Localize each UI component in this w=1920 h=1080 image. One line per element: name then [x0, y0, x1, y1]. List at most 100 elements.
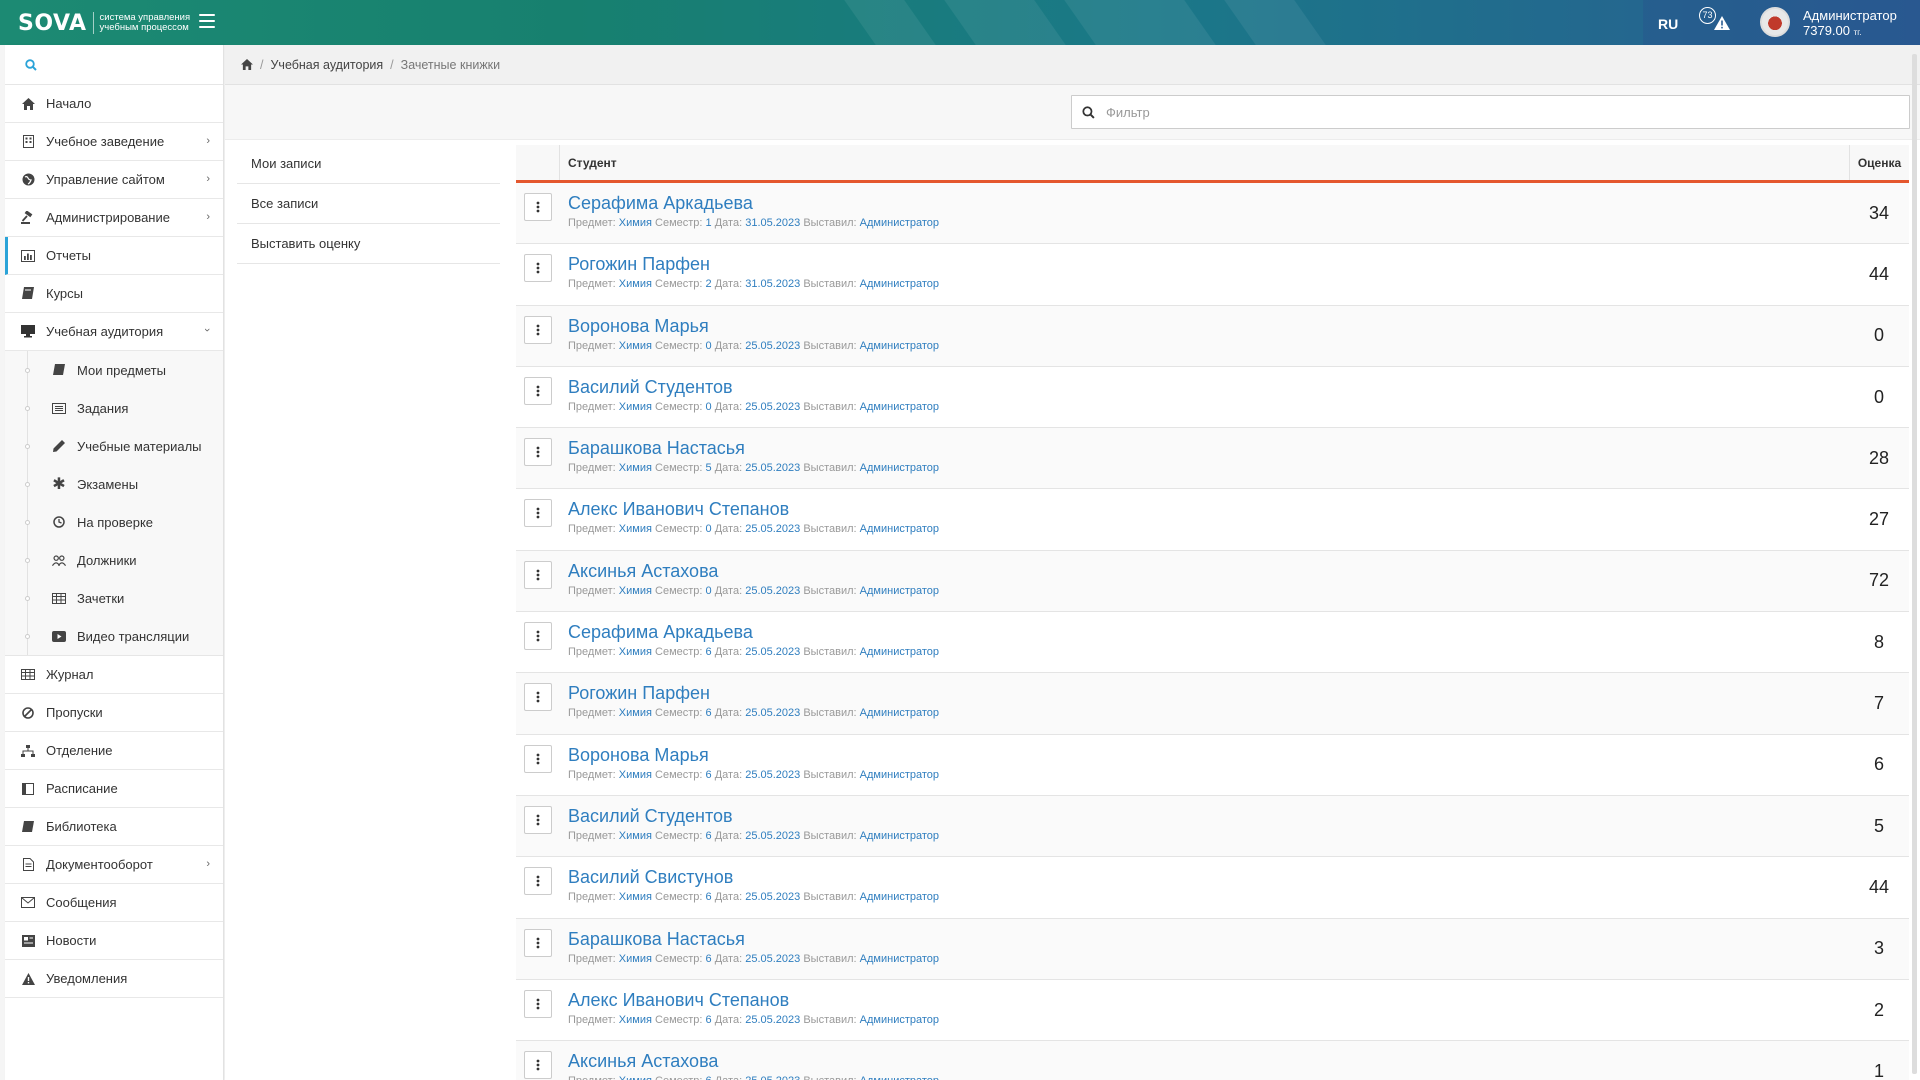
row-menu-button[interactable] [524, 989, 552, 1018]
student-name-link[interactable]: Рогожин Парфен [568, 253, 1849, 275]
column-student[interactable]: Студент [560, 156, 1849, 170]
row-menu-button[interactable] [524, 683, 552, 712]
row-menu-button[interactable] [524, 560, 552, 589]
student-name-link[interactable]: Барашкова Настасья [568, 437, 1849, 459]
subject-link[interactable]: Химия [619, 1075, 652, 1080]
subject-link[interactable]: Химия [619, 217, 652, 229]
nav-all-records[interactable]: Все записи [237, 184, 500, 224]
row-menu-button[interactable] [524, 438, 552, 467]
submenu-item-debtors[interactable]: Должники [5, 541, 223, 579]
grader-link[interactable]: Администратор [860, 1075, 939, 1080]
nav-my-records[interactable]: Мои записи [237, 144, 500, 184]
user-name[interactable]: Администратор [1803, 9, 1897, 23]
student-name-link[interactable]: Серафима Аркадьева [568, 621, 1849, 643]
sidebar-item-home[interactable]: Начало [5, 85, 223, 123]
grader-link[interactable]: Администратор [860, 891, 939, 903]
subject-link[interactable]: Химия [619, 401, 652, 413]
grader-link[interactable]: Администратор [860, 278, 939, 290]
filter-input[interactable] [1106, 102, 1896, 122]
student-name-link[interactable]: Алекс Иванович Степанов [568, 989, 1849, 1011]
row-menu-button[interactable] [524, 499, 552, 528]
row-menu-button[interactable] [524, 867, 552, 896]
sidebar-item-courses[interactable]: Курсы [5, 275, 223, 313]
submenu-item-video[interactable]: Видео трансляции [5, 617, 223, 655]
grader-link[interactable]: Администратор [860, 1014, 939, 1026]
sidebar-search[interactable] [5, 45, 223, 85]
grader-link[interactable]: Администратор [860, 340, 939, 352]
language-switch[interactable]: RU [1658, 16, 1678, 32]
subject-link[interactable]: Химия [619, 769, 652, 781]
sidebar-item-admin[interactable]: Администрирование › [5, 199, 223, 237]
submenu-item-exams[interactable]: ✱ Экзамены [5, 465, 223, 503]
sidebar-item-site[interactable]: Управление сайтом › [5, 161, 223, 199]
row-menu-button[interactable] [524, 376, 552, 405]
sidebar-item-schedule[interactable]: Расписание [5, 770, 223, 808]
nav-set-grade[interactable]: Выставить оценку [237, 224, 500, 264]
subject-link[interactable]: Химия [619, 891, 652, 903]
sidebar-item-classroom[interactable]: Учебная аудитория › [5, 313, 223, 351]
row-menu-button[interactable] [524, 315, 552, 344]
hamburger-menu-icon[interactable] [199, 14, 215, 30]
student-name-link[interactable]: Василий Студентов [568, 376, 1849, 398]
avatar[interactable] [1760, 7, 1790, 37]
subject-link[interactable]: Химия [619, 278, 652, 290]
sidebar-item-messages[interactable]: Сообщения [5, 884, 223, 922]
subject-link[interactable]: Химия [619, 830, 652, 842]
subject-link[interactable]: Химия [619, 585, 652, 597]
row-menu-button[interactable] [524, 1051, 552, 1080]
page-scrollbar[interactable] [1912, 54, 1917, 1074]
sidebar-item-institution[interactable]: Учебное заведение › [5, 123, 223, 161]
sidebar-item-library[interactable]: Библиотека [5, 808, 223, 846]
grader-link[interactable]: Администратор [860, 769, 939, 781]
grader-link[interactable]: Администратор [860, 953, 939, 965]
row-menu-button[interactable] [524, 928, 552, 957]
grader-link[interactable]: Администратор [860, 585, 939, 597]
breadcrumb-classroom[interactable]: Учебная аудитория [270, 58, 383, 72]
filter-box[interactable] [1071, 95, 1910, 129]
grader-link[interactable]: Администратор [860, 646, 939, 658]
sidebar-item-documents[interactable]: Документооборот › [5, 846, 223, 884]
logo[interactable]: SOVA система управления учебным процессо… [18, 8, 210, 38]
subject-link[interactable]: Химия [619, 462, 652, 474]
student-name-link[interactable]: Василий Свистунов [568, 866, 1849, 888]
student-name-link[interactable]: Алекс Иванович Степанов [568, 498, 1849, 520]
submenu-item-gradebooks[interactable]: Зачетки [5, 579, 223, 617]
student-name-link[interactable]: Воронова Марья [568, 744, 1849, 766]
row-menu-button[interactable] [524, 193, 552, 221]
sidebar-item-notifications[interactable]: Уведомления [5, 960, 223, 998]
sidebar-item-absences[interactable]: Пропуски [5, 694, 223, 732]
grader-link[interactable]: Администратор [860, 830, 939, 842]
subject-link[interactable]: Химия [619, 707, 652, 719]
row-menu-button[interactable] [524, 622, 552, 651]
student-name-link[interactable]: Серафима Аркадьева [568, 192, 1849, 214]
subject-link[interactable]: Химия [619, 523, 652, 535]
student-name-link[interactable]: Барашкова Настасья [568, 928, 1849, 950]
sidebar-item-journal[interactable]: Журнал [5, 656, 223, 694]
grader-link[interactable]: Администратор [860, 523, 939, 535]
alerts-button[interactable]: 73 [1699, 7, 1735, 37]
submenu-item-materials[interactable]: Учебные материалы [5, 427, 223, 465]
submenu-item-my-subjects[interactable]: Мои предметы [5, 351, 223, 389]
grader-link[interactable]: Администратор [860, 462, 939, 474]
row-menu-button[interactable] [524, 805, 552, 834]
student-name-link[interactable]: Рогожин Парфен [568, 682, 1849, 704]
sidebar-item-news[interactable]: Новости [5, 922, 223, 960]
subject-link[interactable]: Химия [619, 340, 652, 352]
grader-link[interactable]: Администратор [860, 217, 939, 229]
sidebar-item-reports[interactable]: Отчеты [5, 237, 223, 275]
subject-link[interactable]: Химия [619, 953, 652, 965]
subject-link[interactable]: Химия [619, 1014, 652, 1026]
student-name-link[interactable]: Воронова Марья [568, 315, 1849, 337]
student-name-link[interactable]: Василий Студентов [568, 805, 1849, 827]
grader-link[interactable]: Администратор [860, 401, 939, 413]
row-menu-button[interactable] [524, 744, 552, 773]
student-name-link[interactable]: Аксинья Астахова [568, 560, 1849, 582]
column-grade[interactable]: Оценка [1849, 145, 1909, 180]
student-name-link[interactable]: Аксинья Астахова [568, 1050, 1849, 1072]
submenu-item-tasks[interactable]: Задания [5, 389, 223, 427]
subject-link[interactable]: Химия [619, 646, 652, 658]
submenu-item-review[interactable]: На проверке [5, 503, 223, 541]
grader-link[interactable]: Администратор [860, 707, 939, 719]
row-menu-button[interactable] [524, 254, 552, 283]
home-icon[interactable] [241, 59, 253, 70]
